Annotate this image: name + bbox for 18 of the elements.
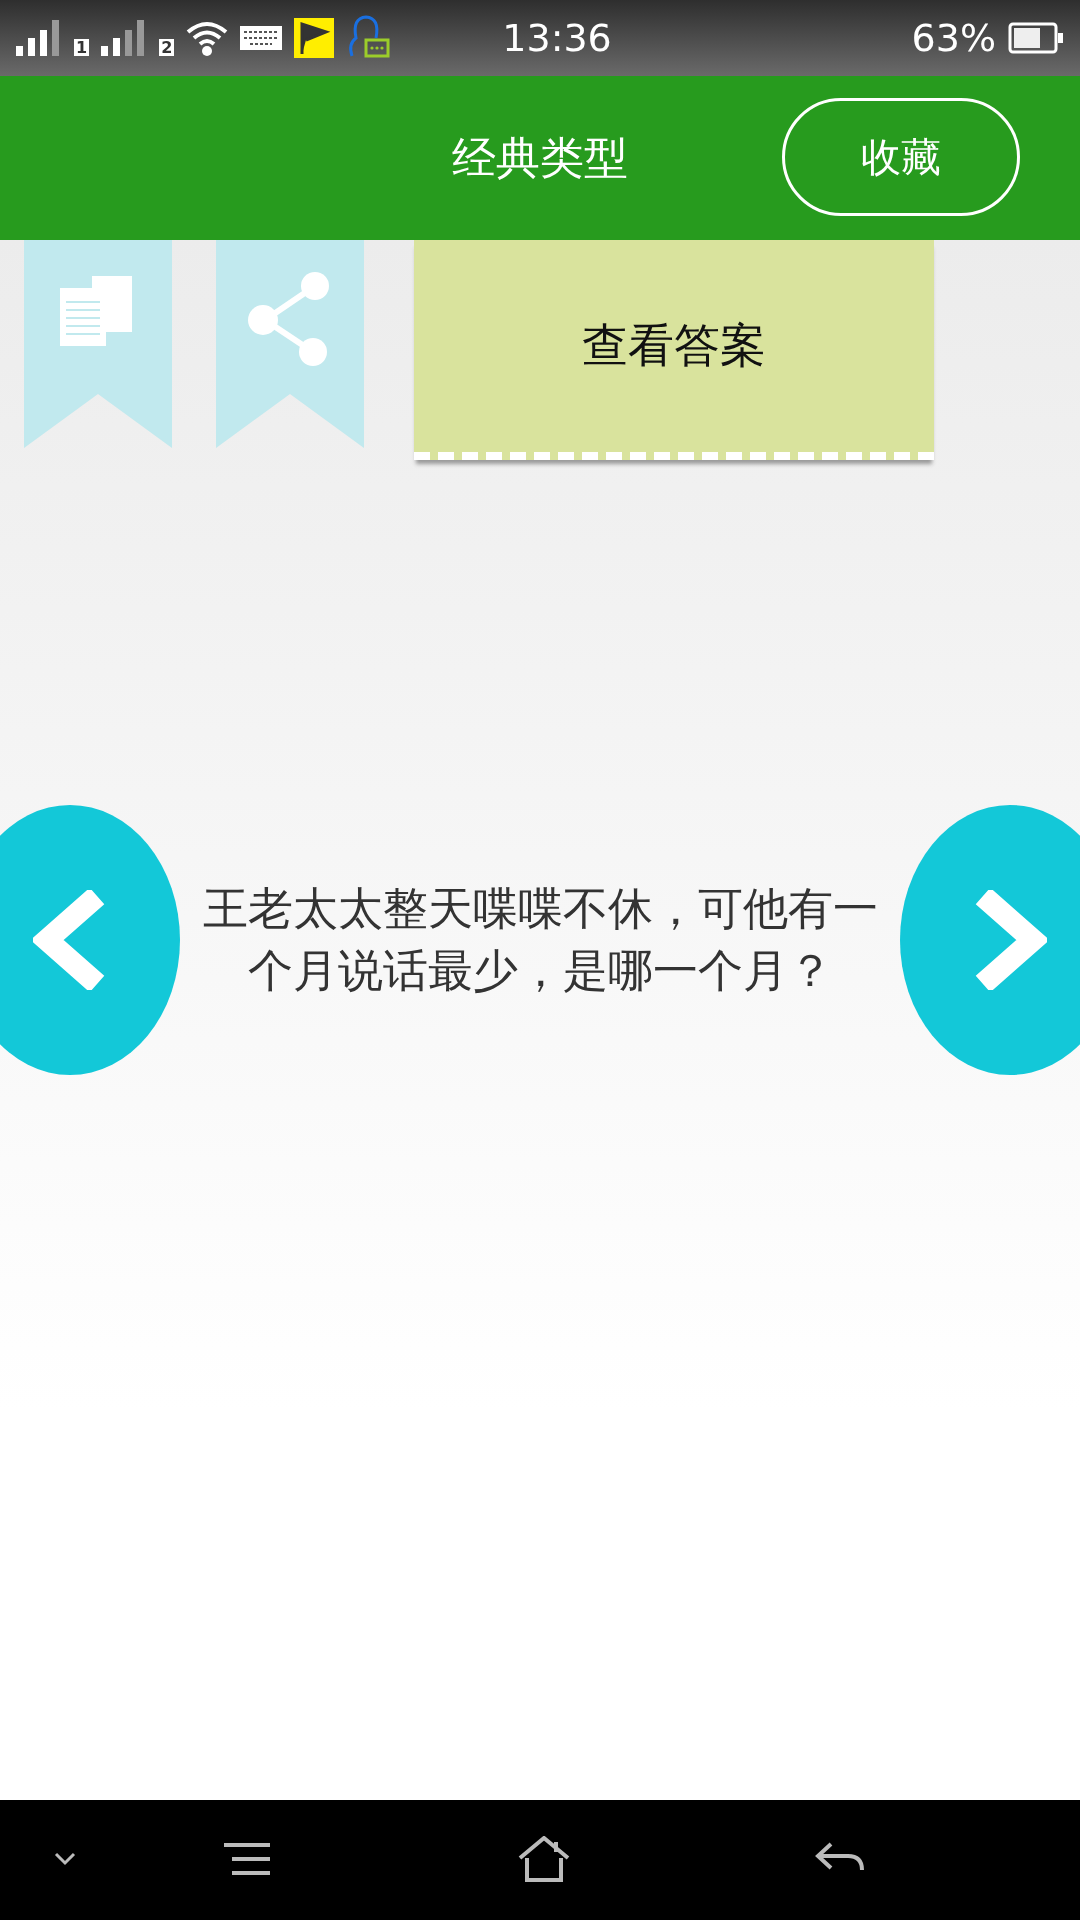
chevron-left-icon	[33, 890, 107, 990]
page-title: 经典类型	[452, 130, 628, 185]
wifi-icon	[186, 20, 229, 56]
favorite-button[interactable]: 收藏	[782, 98, 1020, 216]
sim-slot-label: 1	[74, 39, 90, 56]
chevron-right-icon	[973, 890, 1047, 990]
flag-icon	[294, 18, 335, 58]
battery-icon	[1008, 22, 1064, 54]
signal-icon	[16, 20, 62, 56]
sim-slot-label: 2	[159, 39, 175, 56]
home-button[interactable]	[518, 1836, 570, 1882]
collapse-button[interactable]	[54, 1852, 76, 1866]
menu-button[interactable]	[222, 1842, 272, 1876]
view-answer-button[interactable]: 查看答案	[414, 240, 934, 460]
clock-time: 13:36	[502, 16, 612, 60]
battery-percentage: 63%	[911, 16, 996, 60]
keyboard-icon	[240, 26, 283, 50]
riddle-question: 王老太太整天喋喋不休，可他有一个月说话最少，是哪一个月？	[201, 881, 879, 999]
